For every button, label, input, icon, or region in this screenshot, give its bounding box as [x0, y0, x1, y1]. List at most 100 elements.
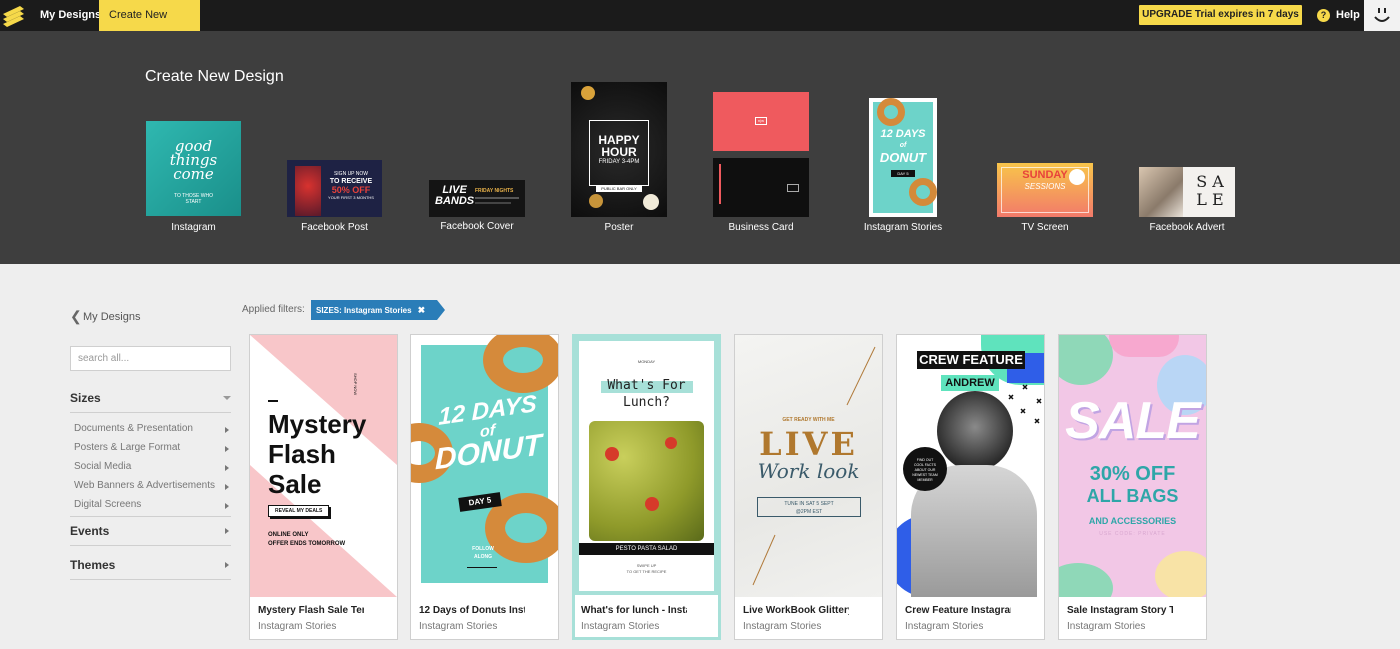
help-icon[interactable]: ?: [1317, 9, 1330, 22]
facebook-cover-thumbnail: LIVE BANDS FRIDAY NIGHTS: [429, 180, 525, 217]
art-text: FRIDAY NIGHTS: [475, 188, 514, 194]
format-business-card[interactable]: n|w Business Card: [713, 92, 809, 236]
art-text: HOUR: [601, 145, 637, 159]
chip-label: SIZES: Instagram Stories: [316, 306, 412, 315]
art-text: 30% OFF: [1089, 463, 1176, 485]
template-card[interactable]: SALE 30% OFF ALL BAGS AND ACCESSORIES US…: [1058, 334, 1207, 640]
format-facebook-post[interactable]: SIGN UP NOW TO RECEIVE 50% OFF YOUR FIRS…: [287, 160, 382, 236]
card-title: 12 Days of Donuts Instagram Story: [419, 605, 525, 616]
x-marks-decoration: [1008, 384, 1042, 424]
search-input[interactable]: [70, 346, 231, 371]
upgrade-button[interactable]: UPGRADE Trial expires in 7 days: [1139, 5, 1302, 25]
art-text: Mystery: [268, 409, 367, 439]
card-title: What's for lunch - Instagram Story: [581, 605, 687, 616]
format-tv-screen[interactable]: SUNDAY SESSIONS TV Screen: [997, 163, 1093, 236]
chevron-right-icon: [225, 484, 229, 490]
art-text: PUBLIC BAR ONLY: [596, 186, 642, 192]
chevron-right-icon: [225, 446, 229, 452]
card-title: Sale Instagram Story Template: [1067, 605, 1173, 616]
template-card[interactable]: 12 DAYS of DONUT DAY 5 FOLLOW ALONG 12 D…: [410, 334, 559, 640]
size-item-label: Social Media: [74, 461, 132, 472]
filter-section-events[interactable]: Events: [70, 524, 231, 538]
template-card[interactable]: Mystery Flash Sale REVEAL MY DEALS ONLIN…: [249, 334, 398, 640]
business-card-front-thumbnail: n|w: [713, 92, 809, 151]
art-text: S A: [1196, 172, 1224, 191]
size-item-digital-screens[interactable]: Digital Screens: [74, 499, 231, 510]
back-label: My Designs: [83, 311, 141, 323]
art-text: TO THOSE WHO START: [174, 193, 213, 205]
format-instagram[interactable]: good things come TO THOSE WHO START Inst…: [146, 121, 241, 236]
tv-screen-thumbnail: SUNDAY SESSIONS: [997, 163, 1093, 217]
art-text: Lunch?: [623, 395, 670, 410]
avatar[interactable]: [1364, 0, 1400, 31]
art-text: OFFER ENDS TOMORROW: [268, 541, 346, 547]
chevron-right-icon: [225, 528, 229, 534]
template-card[interactable]: CREW FEATURE ANDREW FIND OUT COOL FACTS …: [896, 334, 1045, 640]
template-preview: GET READY WITH ME LIVE Work look TUNE IN…: [735, 335, 882, 597]
filter-section-themes[interactable]: Themes: [70, 558, 231, 572]
format-label: Instagram: [171, 222, 216, 233]
art-text: AND ACCESSORIES: [1088, 516, 1177, 526]
art-text: ALONG: [473, 554, 493, 560]
card-title: Crew Feature Instagram Story: [905, 605, 1011, 616]
art-text: GET READY WITH ME: [782, 417, 835, 423]
section-label: Themes: [70, 558, 116, 572]
instagram-stories-thumbnail: 12 DAYS of DONUT DAY 5: [869, 98, 937, 217]
template-preview: SALE 30% OFF ALL BAGS AND ACCESSORIES US…: [1059, 335, 1206, 597]
size-item-social-media[interactable]: Social Media: [74, 461, 231, 472]
art-text: SHOP NOW: [353, 373, 358, 396]
size-item-label: Digital Screens: [74, 499, 142, 510]
format-label: Facebook Cover: [440, 221, 514, 232]
size-item-posters[interactable]: Posters & Large Format: [74, 442, 231, 453]
format-facebook-cover[interactable]: LIVE BANDS FRIDAY NIGHTS Facebook Cover: [429, 180, 525, 236]
art-text: DAY 5: [891, 170, 915, 177]
instagram-thumbnail: good things come TO THOSE WHO START: [146, 121, 241, 216]
app-logo-icon[interactable]: [0, 2, 26, 30]
format-facebook-advert[interactable]: S A L E Facebook Advert: [1139, 167, 1235, 236]
close-icon[interactable]: ✖: [418, 305, 426, 315]
format-poster[interactable]: HAPPY HOUR FRIDAY 3-4PM PUBLIC BAR ONLY …: [571, 82, 667, 236]
art-text: TUNE IN SAT 5 SEPT: [784, 501, 834, 507]
art-text: 12 DAYS: [880, 128, 926, 140]
art-text: DONUT: [879, 150, 927, 165]
card-title: Live WorkBook Glittery Story: [743, 605, 849, 616]
business-card-back-thumbnail: [713, 158, 809, 217]
size-item-documents[interactable]: Documents & Presentation: [74, 423, 231, 434]
card-subtitle: Instagram Stories: [743, 621, 822, 632]
nav-create-new-design[interactable]: Create New Design: [99, 0, 200, 52]
filter-chip-sizes[interactable]: SIZES: Instagram Stories ✖: [311, 300, 446, 320]
divider: [70, 412, 231, 413]
art-text: ONLINE ONLY: [268, 532, 309, 538]
filter-section-sizes[interactable]: Sizes: [70, 391, 231, 405]
help-link[interactable]: Help: [1336, 0, 1360, 31]
chevron-down-icon: [223, 396, 231, 400]
top-navigation-bar: My Designs Create New Design UPGRADE Tri…: [0, 0, 1400, 52]
format-label: Instagram Stories: [863, 222, 943, 233]
art-text: Flash: [268, 439, 336, 469]
size-item-web-banners[interactable]: Web Banners & Advertisements: [74, 480, 231, 491]
size-item-label: Documents & Presentation: [74, 423, 193, 434]
template-preview: Mystery Flash Sale REVEAL MY DEALS ONLIN…: [250, 335, 397, 597]
template-preview: 12 DAYS of DONUT DAY 5 FOLLOW ALONG: [411, 335, 558, 597]
facebook-advert-thumbnail: S A L E: [1139, 167, 1235, 217]
card-subtitle: Instagram Stories: [258, 621, 337, 632]
art-text: Work look: [757, 459, 860, 483]
template-card-selected[interactable]: MONDAY What's For Lunch? PESTO PASTA SAL…: [572, 334, 721, 640]
create-new-design-panel: Create New Design good things come TO TH…: [0, 31, 1400, 264]
format-instagram-stories[interactable]: 12 DAYS of DONUT DAY 5 Instagram Stories: [864, 98, 942, 236]
format-label: Poster: [604, 222, 634, 233]
chevron-left-icon: ❮: [70, 308, 82, 324]
art-text: LIVE: [759, 425, 858, 463]
art-text: n|w: [755, 117, 767, 125]
applied-filters-label: Applied filters:: [242, 304, 305, 315]
template-card[interactable]: GET READY WITH ME LIVE Work look TUNE IN…: [734, 334, 883, 640]
format-label: Facebook Post: [301, 222, 368, 233]
back-to-my-designs[interactable]: ❮My Designs: [70, 308, 140, 325]
format-label: Business Card: [728, 222, 794, 233]
art-text: PESTO PASTA SALAD: [579, 543, 714, 555]
size-item-label: Web Banners & Advertisements: [74, 480, 215, 491]
art-text: come: [173, 165, 214, 183]
chevron-right-icon: [225, 427, 229, 433]
card-subtitle: Instagram Stories: [905, 621, 984, 632]
art-text: REVEAL MY DEALS: [268, 505, 330, 517]
